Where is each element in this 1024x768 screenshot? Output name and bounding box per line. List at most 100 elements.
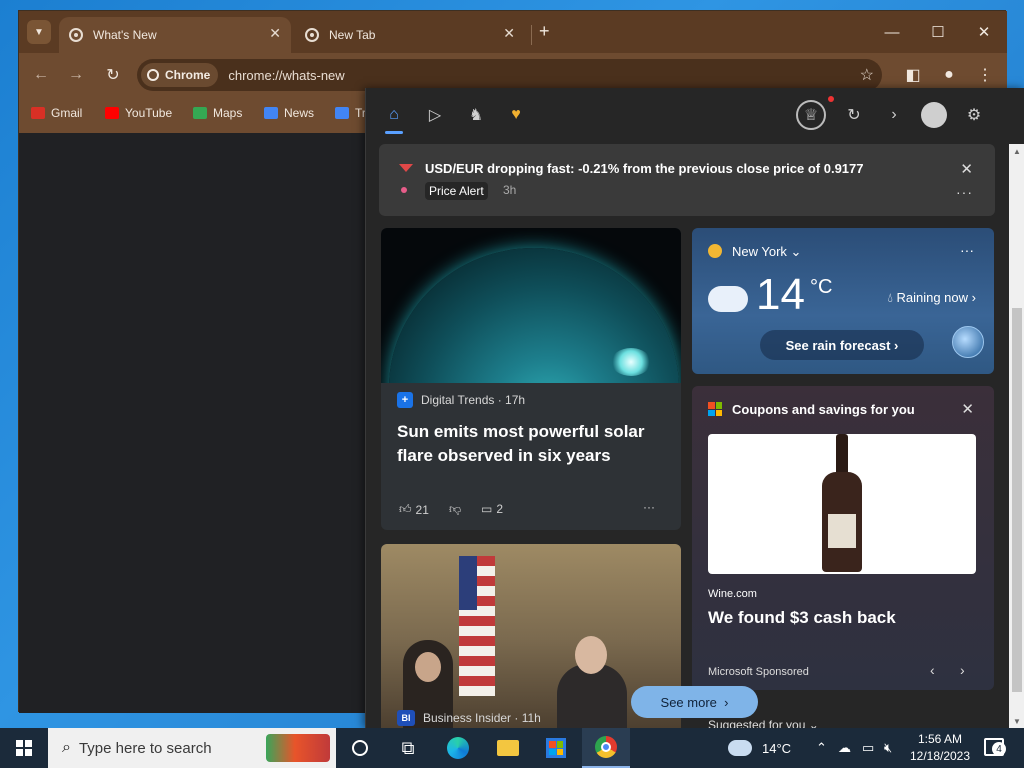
flare-graphic xyxy=(611,348,651,376)
comments-button[interactable]: ▭ 2 xyxy=(481,502,507,516)
bookmark-translate[interactable]: Tr xyxy=(335,106,366,120)
digital-trends-icon: + xyxy=(397,392,413,408)
minimize-icon[interactable]: — xyxy=(869,17,915,47)
menu-kebab-icon[interactable]: ⋮ xyxy=(973,63,997,87)
chip-label: Chrome xyxy=(165,68,211,82)
condition-text: Raining now xyxy=(896,290,969,305)
scroll-down-icon[interactable]: ▼ xyxy=(1009,714,1024,728)
like-button[interactable]: 👍︎ 21 xyxy=(399,502,433,517)
scrollbar[interactable]: ▲ ▼ xyxy=(1009,144,1024,728)
price-alert-badge: Price Alert xyxy=(425,182,488,200)
tray-temperature: 14°C xyxy=(762,740,792,756)
bookmark-gmail[interactable]: Gmail xyxy=(31,106,82,120)
maximize-icon[interactable]: ☐ xyxy=(915,17,961,47)
close-icon[interactable]: ✕ xyxy=(961,400,974,418)
file-explorer-button[interactable] xyxy=(484,728,532,768)
back-arrow-icon[interactable]: ← xyxy=(29,63,53,87)
scroll-up-icon[interactable]: ▲ xyxy=(1009,144,1024,158)
profile-icon[interactable]: ● xyxy=(937,63,961,87)
weather-globe-icon[interactable] xyxy=(952,326,984,358)
bookmark-news[interactable]: News xyxy=(264,106,314,120)
close-tab-icon[interactable]: ✕ xyxy=(269,25,281,42)
scroll-thumb[interactable] xyxy=(1012,308,1022,692)
close-icon[interactable]: ✕ xyxy=(960,160,973,178)
coupons-title: Coupons and savings for you xyxy=(732,402,915,417)
gmail-icon xyxy=(31,107,45,119)
suggested-label: Suggested for you xyxy=(708,718,806,728)
coupon-headline[interactable]: We found $3 cash back xyxy=(708,608,896,628)
next-icon[interactable]: › xyxy=(960,662,965,678)
weather-condition[interactable]: 💧︎ Raining now › xyxy=(888,290,976,306)
settings-gear-icon[interactable]: ⚙ xyxy=(959,100,989,130)
network-icon[interactable]: ▭ xyxy=(862,740,874,756)
taskbar-search[interactable]: ⌕ Type here to search xyxy=(48,728,336,768)
omnibox[interactable]: Chrome chrome://whats-new ☆ xyxy=(137,59,882,91)
chevron-down-icon: ⌄ xyxy=(808,718,819,728)
video-icon[interactable]: ▷ xyxy=(422,102,448,128)
wine-bottle-image[interactable] xyxy=(708,434,976,574)
reload-icon[interactable]: ↻ xyxy=(101,63,125,87)
weather-location[interactable]: New York ⌄ xyxy=(732,244,801,260)
previous-icon[interactable]: ‹ xyxy=(930,662,935,678)
edge-button[interactable] xyxy=(434,728,482,768)
bookmark-youtube[interactable]: YouTube xyxy=(105,106,172,120)
url-text[interactable]: chrome://whats-new xyxy=(228,68,344,83)
more-options-icon[interactable]: ··· xyxy=(643,500,655,514)
onedrive-cloud-icon[interactable]: ☁ xyxy=(838,740,851,756)
price-alert-card[interactable]: USD/EUR dropping fast: -0.21% from the p… xyxy=(379,144,995,216)
show-hidden-icons-chevron-icon[interactable]: ⌃ xyxy=(816,740,827,756)
home-icon[interactable]: ⌂ xyxy=(381,102,407,134)
source-text: Digital Trends · 17h xyxy=(421,393,526,407)
sponsor-label: Microsoft Sponsored xyxy=(708,666,809,678)
start-button[interactable] xyxy=(0,728,48,768)
store-button[interactable] xyxy=(532,728,580,768)
weather-card[interactable]: New York ⌄ ··· 14 °C 💧︎ Raining now › Se… xyxy=(692,228,994,374)
chrome-icon xyxy=(595,736,617,758)
games-icon[interactable]: ♥ xyxy=(503,102,529,128)
tab-new-tab[interactable]: New Tab ✕ xyxy=(295,17,525,53)
sports-icon[interactable]: ♞ xyxy=(463,102,489,128)
rewards-trophy-icon[interactable]: ♕ xyxy=(796,100,826,130)
refresh-icon[interactable]: ↻ xyxy=(839,100,869,130)
new-tab-plus-icon[interactable]: + xyxy=(539,21,550,42)
chrome-button[interactable] xyxy=(582,728,630,768)
bookmark-maps[interactable]: Maps xyxy=(193,106,242,120)
store-icon xyxy=(546,738,566,758)
bookmark-label: YouTube xyxy=(125,106,173,120)
tab-separator xyxy=(531,25,532,45)
system-clock[interactable]: 1:56 AM 12/18/2023 xyxy=(906,731,974,765)
coupons-card[interactable]: Coupons and savings for you ✕ Wine.com W… xyxy=(692,386,994,690)
bookmark-star-icon[interactable]: ☆ xyxy=(860,65,874,85)
alert-time: 3h xyxy=(503,183,517,197)
volume-muted-icon[interactable]: 🔇︎ xyxy=(884,740,892,756)
suggested-for-you[interactable]: Suggested for you ⌄ xyxy=(708,718,819,728)
more-options-icon[interactable]: ··· xyxy=(960,242,974,258)
see-more-button[interactable]: See more › xyxy=(631,686,758,718)
forward-arrow-icon[interactable]: → xyxy=(64,63,88,87)
news-card-solar-flare[interactable]: + Digital Trends · 17h Sun emits most po… xyxy=(381,228,681,530)
cortana-button[interactable] xyxy=(336,728,384,768)
close-window-icon[interactable]: ✕ xyxy=(961,17,1007,47)
tray-weather[interactable]: 14°C xyxy=(728,728,791,768)
more-options-icon[interactable]: ··· xyxy=(956,184,973,200)
tab-whats-new[interactable]: What's New ✕ xyxy=(59,17,291,53)
side-panel-icon[interactable]: ◧ xyxy=(901,63,925,87)
task-view-button[interactable]: ⧉ xyxy=(384,728,432,768)
youtube-icon xyxy=(105,107,119,119)
chevron-right-icon[interactable]: › xyxy=(879,100,909,130)
see-more-label: See more xyxy=(660,694,717,710)
dislike-button[interactable]: 👎︎ xyxy=(449,502,465,517)
maps-icon xyxy=(193,107,207,119)
account-avatar[interactable] xyxy=(919,100,949,130)
see-rain-forecast-button[interactable]: See rain forecast › xyxy=(760,330,924,360)
business-insider-icon: BI xyxy=(397,710,415,726)
tab-search-chevron-icon[interactable]: ▼ xyxy=(27,20,51,44)
chrome-chip[interactable]: Chrome xyxy=(141,63,219,87)
alert-title[interactable]: USD/EUR dropping fast: -0.21% from the p… xyxy=(425,161,864,176)
close-tab-icon[interactable]: ✕ xyxy=(503,25,515,42)
news-headline[interactable]: Sun emits most powerful solar flare obse… xyxy=(397,420,667,468)
news-source: BI Business Insider · 11h xyxy=(397,710,541,726)
taskbar: ⌕ Type here to search ⧉ 14°C ⌃ ☁ ▭ 🔇︎ 1:… xyxy=(0,728,1024,768)
tab-title: What's New xyxy=(93,28,157,42)
bookmark-label: Maps xyxy=(213,106,243,120)
